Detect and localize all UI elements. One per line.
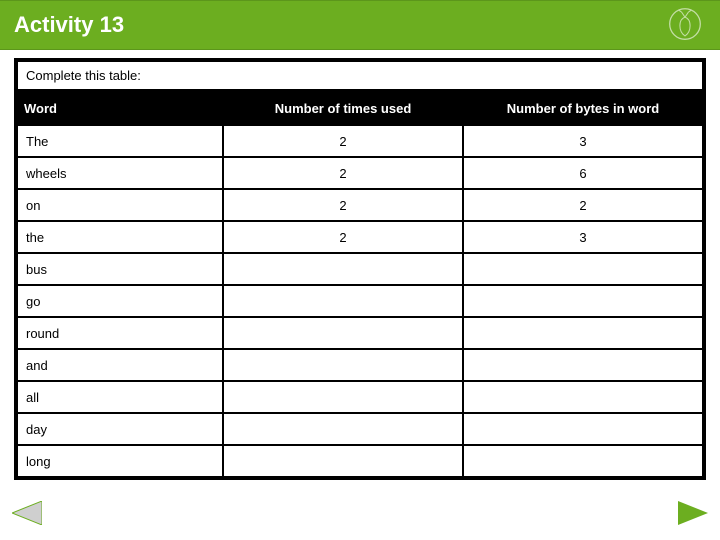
cell-word: go (18, 286, 222, 316)
cell-times[interactable] (224, 382, 462, 412)
cell-times[interactable]: 2 (224, 222, 462, 252)
col-header-times: Number of times used (224, 93, 462, 124)
cell-word: bus (18, 254, 222, 284)
table-row: wheels 2 6 (18, 158, 702, 188)
cell-bytes[interactable] (464, 446, 702, 476)
cell-times[interactable]: 2 (224, 126, 462, 156)
slide: Activity 13 Complete this table: Word Nu… (0, 0, 720, 540)
cell-bytes[interactable] (464, 254, 702, 284)
next-slide-button[interactable] (678, 501, 708, 530)
table-row: all (18, 382, 702, 412)
cell-word: wheels (18, 158, 222, 188)
table-row: on 2 2 (18, 190, 702, 220)
cell-times[interactable] (224, 318, 462, 348)
cell-word: round (18, 318, 222, 348)
table-header-row: Word Number of times used Number of byte… (18, 93, 702, 124)
cell-word: all (18, 382, 222, 412)
cell-times[interactable] (224, 414, 462, 444)
cell-word: day (18, 414, 222, 444)
content-area: Complete this table: Word Number of time… (14, 58, 706, 480)
table-row: bus (18, 254, 702, 284)
table-row: the 2 3 (18, 222, 702, 252)
table-row: day (18, 414, 702, 444)
instruction-text: Complete this table: (18, 62, 702, 89)
page-title: Activity 13 (14, 12, 124, 38)
cell-times[interactable] (224, 286, 462, 316)
table-row: go (18, 286, 702, 316)
cell-word: and (18, 350, 222, 380)
prev-slide-icon (12, 512, 42, 529)
table-body: The 2 3 wheels 2 6 on 2 2 (18, 126, 702, 476)
table-row: The 2 3 (18, 126, 702, 156)
deer-logo-icon (668, 7, 702, 41)
col-header-word: Word (18, 93, 222, 124)
cell-times[interactable] (224, 350, 462, 380)
table-row: and (18, 350, 702, 380)
cell-times[interactable]: 2 (224, 158, 462, 188)
cell-times[interactable] (224, 446, 462, 476)
cell-bytes[interactable] (464, 414, 702, 444)
word-table: Word Number of times used Number of byte… (16, 91, 704, 478)
cell-times[interactable]: 2 (224, 190, 462, 220)
cell-bytes[interactable] (464, 318, 702, 348)
cell-word: on (18, 190, 222, 220)
cell-bytes[interactable]: 3 (464, 126, 702, 156)
cell-bytes[interactable] (464, 382, 702, 412)
table-row: round (18, 318, 702, 348)
cell-word: the (18, 222, 222, 252)
cell-bytes[interactable] (464, 286, 702, 316)
cell-word: The (18, 126, 222, 156)
cell-times[interactable] (224, 254, 462, 284)
table-row: long (18, 446, 702, 476)
next-slide-icon (678, 512, 708, 529)
table-frame: Complete this table: Word Number of time… (14, 58, 706, 480)
cell-bytes[interactable] (464, 350, 702, 380)
prev-slide-button[interactable] (12, 501, 42, 530)
cell-word: long (18, 446, 222, 476)
cell-bytes[interactable]: 6 (464, 158, 702, 188)
cell-bytes[interactable]: 2 (464, 190, 702, 220)
slide-header: Activity 13 (0, 0, 720, 50)
col-header-bytes: Number of bytes in word (464, 93, 702, 124)
cell-bytes[interactable]: 3 (464, 222, 702, 252)
